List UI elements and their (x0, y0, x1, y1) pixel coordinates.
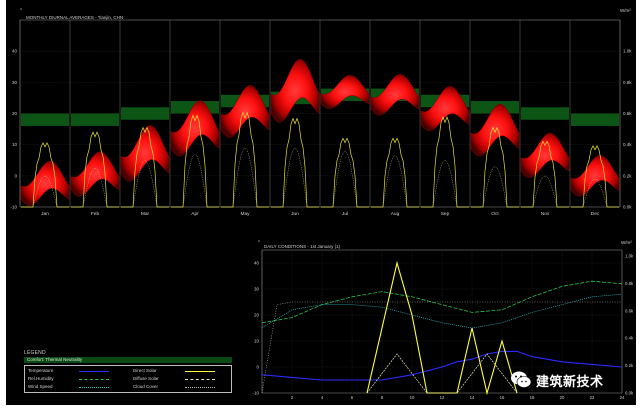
legend-cloud-cover-swatch (185, 387, 215, 388)
top-y2-tick-label: 0.8k (623, 80, 632, 85)
bottom-x-tick-label: 24 (620, 395, 625, 400)
bottom-y-tick-label: -10 (252, 391, 259, 396)
legend-humidity-label: Rel.Humidity (28, 376, 54, 381)
month-label: Oct (491, 211, 499, 217)
month-label: Aug (391, 211, 400, 217)
bottom-x-tick-label: 14 (470, 395, 475, 400)
legend-direct-solar-swatch (185, 371, 215, 372)
month-label: Jun (291, 211, 299, 217)
bottom-x-tick-label: 16 (500, 395, 505, 400)
legend-cloud-cover-label: Cloud Cover (133, 384, 159, 389)
bottom-y-tick-label: 10 (254, 339, 260, 344)
month-label: Dec (591, 211, 600, 217)
legend-comfort-band: Comfort: Thermal Neutrality (24, 357, 232, 363)
comfort-band (21, 113, 69, 126)
month-label: Mar (141, 211, 150, 217)
top-y-tick-label: -10 (10, 205, 17, 210)
legend-wind-label: Wind Speed (28, 384, 53, 389)
bottom-y2-tick-label: 1.0k (625, 254, 634, 259)
watermark: 建筑新技术 (510, 368, 630, 392)
month-label: Jul (342, 211, 348, 217)
legend-wind-swatch (79, 387, 109, 388)
screen-background (6, 0, 636, 405)
month-label: Feb (91, 211, 100, 217)
legend-direct-solar-label: Direct Solar (133, 368, 157, 373)
top-y-tick-label: 10 (12, 142, 18, 147)
month-label: Sep (441, 211, 450, 217)
analysis-screen: MONTHLY DIURNAL AVERAGES - Tianjin, CHN … (0, 0, 642, 411)
comfort-band (121, 107, 169, 120)
top-chart-title: MONTHLY DIURNAL AVERAGES - Tianjin, CHN (26, 15, 123, 20)
bottom-right-unit: W/m² (621, 240, 632, 245)
legend-diffuse-solar-label: Diffuse Solar (133, 376, 159, 381)
legend-box: Temperature Rel.Humidity Wind Speed Dire… (24, 365, 232, 393)
bottom-x-tick-label: 10 (410, 395, 415, 400)
watermark-text: 建筑新技术 (536, 375, 604, 390)
top-y-tick-label: 40 (12, 49, 18, 54)
top-y2-tick-label: 1.0k (623, 49, 632, 54)
top-y2-tick-label: 0.6k (623, 111, 632, 116)
bottom-x-tick-label: 22 (590, 395, 595, 400)
bottom-x-tick-label: 20 (560, 395, 565, 400)
wechat-icon (511, 371, 532, 388)
bottom-y-tick-label: 20 (254, 313, 260, 318)
legend: LEGEND Comfort: Thermal Neutrality Tempe… (24, 350, 235, 395)
bottom-y2-tick-label: 0.8k (625, 281, 634, 286)
bottom-x-tick-label: 18 (530, 395, 535, 400)
legend-humidity-swatch (79, 379, 109, 380)
top-y2-tick-label: 0.4k (623, 142, 632, 147)
month-label: Jan (41, 211, 49, 217)
comfort-band (521, 107, 569, 120)
bottom-y-tick-label: 30 (254, 287, 260, 292)
top-y-tick-label: 20 (12, 111, 18, 116)
top-right-unit: W/m² (620, 8, 631, 13)
legend-temperature-label: Temperature (28, 368, 54, 373)
legend-title: LEGEND (24, 350, 46, 356)
top-y2-tick-label: 0.0k (623, 205, 632, 210)
top-y-tick-label: 30 (12, 80, 18, 85)
legend-temperature-swatch (79, 371, 109, 372)
top-left-unit: ° (20, 8, 22, 14)
month-label: May (240, 211, 250, 217)
comfort-band (571, 113, 619, 126)
bottom-x-tick-label: 12 (440, 395, 445, 400)
month-label: Nov (541, 211, 550, 217)
bottom-chart-title: DAILY CONDITIONS - 1st January (1) (264, 244, 341, 249)
comfort-band (71, 113, 119, 126)
bottom-y-tick-label: 40 (254, 261, 260, 266)
bottom-left-unit: ° (258, 240, 260, 246)
legend-diffuse-solar-swatch (185, 379, 215, 380)
bottom-y2-tick-label: 0.6k (625, 308, 634, 313)
top-y2-tick-label: 0.2k (623, 173, 632, 178)
bottom-y2-tick-label: 0.4k (625, 336, 634, 341)
month-label: Apr (191, 211, 199, 217)
